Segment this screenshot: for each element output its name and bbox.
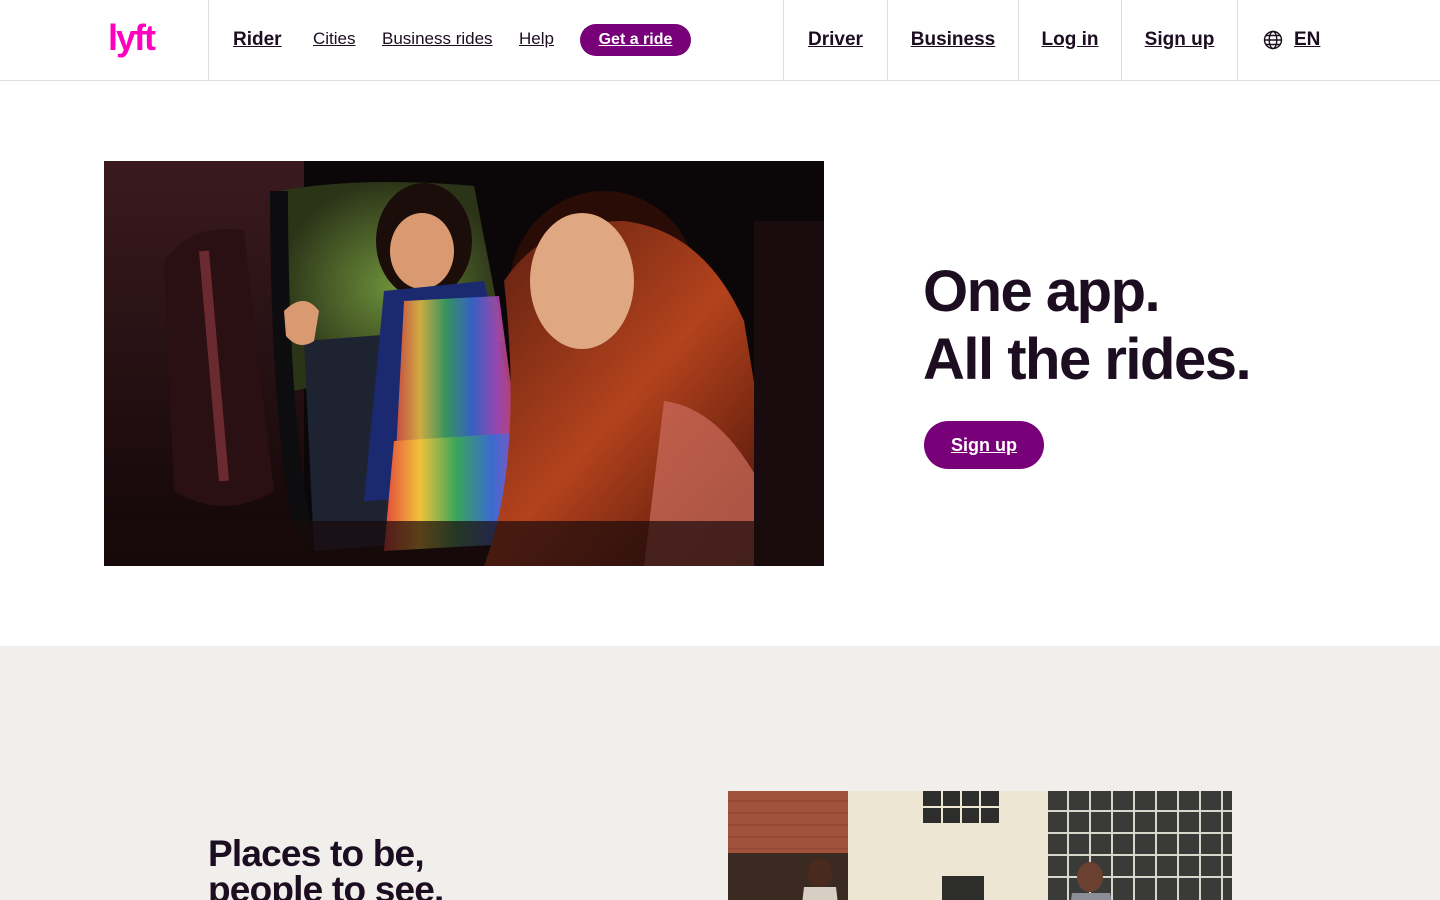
nav-driver[interactable]: Driver — [784, 0, 887, 80]
nav-business-rides[interactable]: Business rides — [382, 29, 493, 49]
places-title-line-1: Places to be, — [208, 833, 425, 874]
nav-business[interactable]: Business — [888, 0, 1018, 80]
nav-sign-up[interactable]: Sign up — [1122, 0, 1237, 80]
site-header: lyft Rider Cities Business rides Help Ge… — [0, 0, 1440, 81]
hero-image — [104, 161, 824, 566]
nav-help[interactable]: Help — [519, 29, 554, 49]
places-section-title: Places to be, people to see. — [208, 833, 444, 900]
hero-photo — [104, 161, 824, 566]
lyft-logo[interactable]: lyft — [108, 17, 166, 60]
hero-title: One app. All the rides. — [923, 258, 1252, 394]
nav-cities[interactable]: Cities — [313, 29, 356, 49]
street-photo — [728, 791, 1232, 900]
places-section: Places to be, people to see. — [0, 646, 1440, 900]
header-divider — [1237, 0, 1238, 80]
language-selector[interactable]: EN — [1294, 29, 1320, 51]
lyft-logo-icon: lyft — [108, 17, 158, 58]
header-divider — [208, 0, 209, 80]
globe-icon[interactable] — [1263, 30, 1283, 50]
nav-log-in[interactable]: Log in — [1019, 0, 1121, 80]
hero-title-line-1: One app. — [923, 259, 1161, 324]
places-title-line-2: people to see. — [208, 869, 444, 900]
hero-sign-up-button[interactable]: Sign up — [924, 421, 1044, 469]
hero-title-line-2: All the rides. — [923, 327, 1252, 392]
get-a-ride-button[interactable]: Get a ride — [580, 24, 691, 56]
svg-text:lyft: lyft — [108, 20, 156, 58]
street-image — [728, 791, 1232, 900]
nav-rider[interactable]: Rider — [233, 29, 282, 51]
